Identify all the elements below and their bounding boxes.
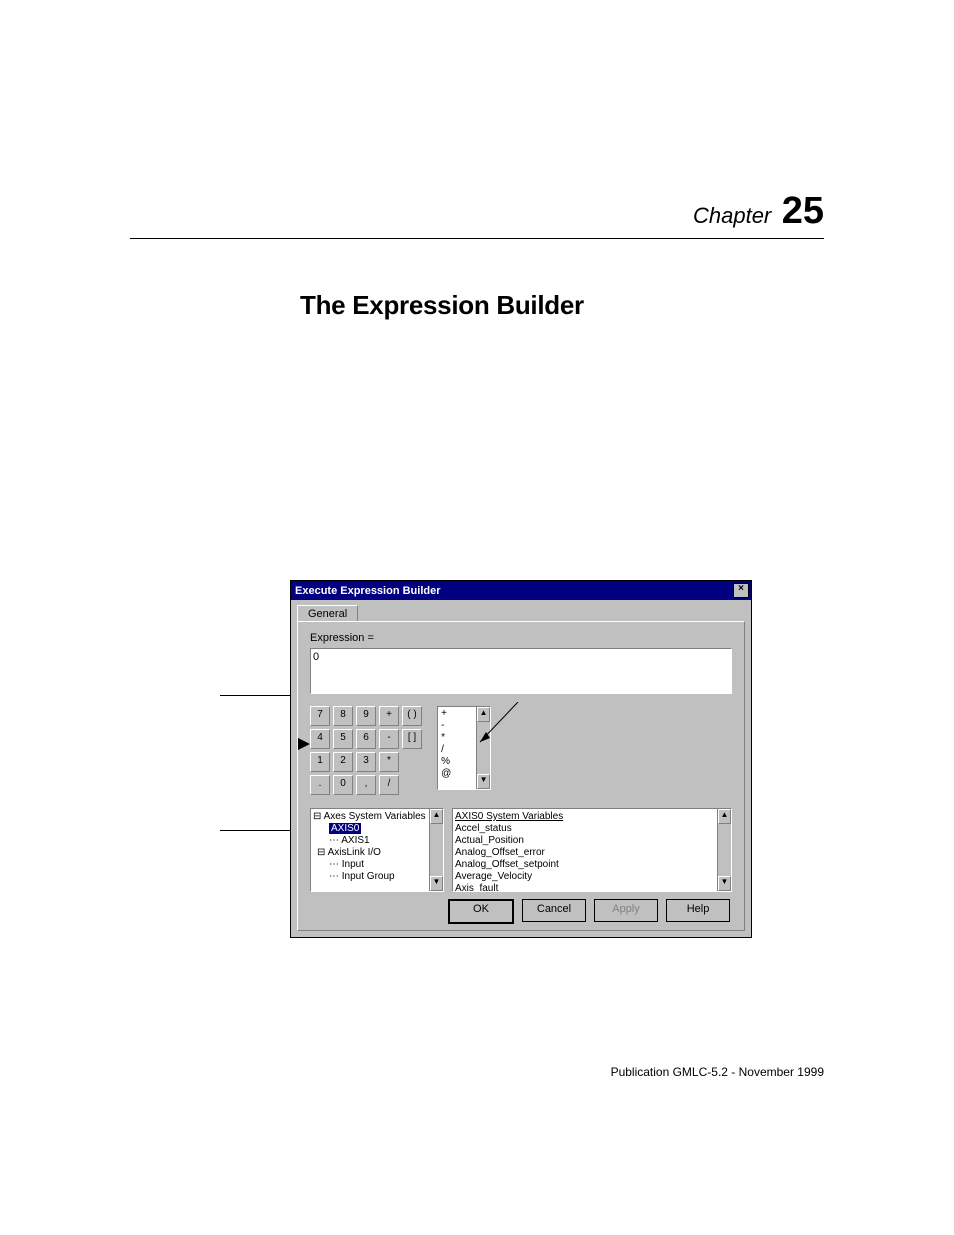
key-minus[interactable]: - (379, 729, 399, 749)
ok-button[interactable]: OK (448, 899, 514, 924)
key-7[interactable]: 7 (310, 706, 330, 726)
tree-label: AXIS1 (341, 835, 369, 846)
tree-label: Axes System Variables (324, 811, 426, 822)
key-brackets[interactable]: [ ] (402, 729, 422, 749)
dialog-button-row: OK Cancel Apply Help (448, 899, 730, 924)
list-item[interactable]: Actual_Position (455, 835, 731, 847)
expression-builder-dialog: Execute Expression Builder × General Exp… (290, 580, 752, 938)
tree-node[interactable]: ⋯ Input (313, 859, 443, 871)
list-item[interactable]: Axis_fault (455, 883, 731, 892)
close-icon[interactable]: × (733, 583, 749, 598)
cancel-button[interactable]: Cancel (522, 899, 586, 922)
tab-panel: Expression = 0 7 8 9 + ( ) 4 5 6 - (297, 621, 745, 931)
lists-row: ⊟ Axes System Variables AXIS0 ⋯ AXIS1 ⊟ … (310, 808, 732, 892)
page-footer: Publication GMLC-5.2 - November 1999 (611, 1065, 824, 1079)
key-div[interactable]: / (379, 775, 399, 795)
key-9[interactable]: 9 (356, 706, 376, 726)
scroll-up-icon[interactable]: ▲ (430, 809, 443, 824)
tree-node[interactable]: ⋯ AXIS1 (313, 835, 443, 847)
list-header: AXIS0 System Variables (455, 811, 731, 823)
key-plus[interactable]: + (379, 706, 399, 726)
callout-arrow (468, 702, 528, 752)
numeric-keypad: 7 8 9 + ( ) 4 5 6 - [ ] 1 (310, 706, 422, 798)
scroll-down-icon[interactable]: ▼ (477, 774, 490, 789)
tree-node[interactable]: ⊟ Axes System Variables (313, 811, 443, 823)
tree-label-selected: AXIS0 (329, 823, 361, 834)
list-item[interactable]: Average_Velocity (455, 871, 731, 883)
key-0[interactable]: 0 (333, 775, 353, 795)
section-title: The Expression Builder (300, 290, 584, 321)
chapter-heading: Chapter 25 (693, 190, 824, 233)
apply-button[interactable]: Apply (594, 899, 658, 922)
key-8[interactable]: 8 (333, 706, 353, 726)
chapter-number: 25 (782, 190, 824, 233)
document-page: Chapter 25 The Expression Builder Execut… (0, 0, 954, 1235)
tab-row: General (291, 600, 751, 621)
scroll-down-icon[interactable]: ▼ (718, 876, 731, 891)
tree-label: Input (342, 859, 364, 870)
scroll-down-icon[interactable]: ▼ (430, 876, 443, 891)
key-comma[interactable]: , (356, 775, 376, 795)
scrollbar[interactable]: ▲ ▼ (429, 809, 443, 891)
key-parens[interactable]: ( ) (402, 706, 422, 726)
callout-line (220, 830, 290, 831)
key-6[interactable]: 6 (356, 729, 376, 749)
horizontal-rule (130, 238, 824, 239)
expression-label: Expression = (310, 632, 732, 644)
callout-arrowhead (290, 736, 320, 756)
keypad-area: 7 8 9 + ( ) 4 5 6 - [ ] 1 (310, 706, 732, 798)
key-5[interactable]: 5 (333, 729, 353, 749)
tree-node[interactable]: AXIS0 (313, 823, 443, 835)
tree-node[interactable]: ⊟ AxisLink I/O (313, 847, 443, 859)
tree-node[interactable]: ⋯ Input Group (313, 871, 443, 883)
list-item[interactable]: Analog_Offset_error (455, 847, 731, 859)
key-mult[interactable]: * (379, 752, 399, 772)
tab-general[interactable]: General (297, 605, 358, 622)
expression-input[interactable]: 0 (310, 648, 732, 694)
key-3[interactable]: 3 (356, 752, 376, 772)
expression-value: 0 (313, 651, 319, 663)
list-item[interactable]: Analog_Offset_setpoint (455, 859, 731, 871)
key-dot[interactable]: . (310, 775, 330, 795)
tree-label: Input Group (342, 871, 395, 882)
scrollbar[interactable]: ▲ ▼ (717, 809, 731, 891)
help-button[interactable]: Help (666, 899, 730, 922)
scroll-up-icon[interactable]: ▲ (718, 809, 731, 824)
list-item[interactable]: Accel_status (455, 823, 731, 835)
callout-line (220, 695, 290, 696)
variable-list[interactable]: AXIS0 System Variables Accel_status Actu… (452, 808, 732, 892)
category-tree[interactable]: ⊟ Axes System Variables AXIS0 ⋯ AXIS1 ⊟ … (310, 808, 444, 892)
chapter-label: Chapter (693, 203, 771, 229)
tree-label: AxisLink I/O (328, 847, 381, 858)
key-2[interactable]: 2 (333, 752, 353, 772)
dialog-title: Execute Expression Builder (295, 585, 441, 597)
dialog-titlebar[interactable]: Execute Expression Builder × (291, 581, 751, 600)
